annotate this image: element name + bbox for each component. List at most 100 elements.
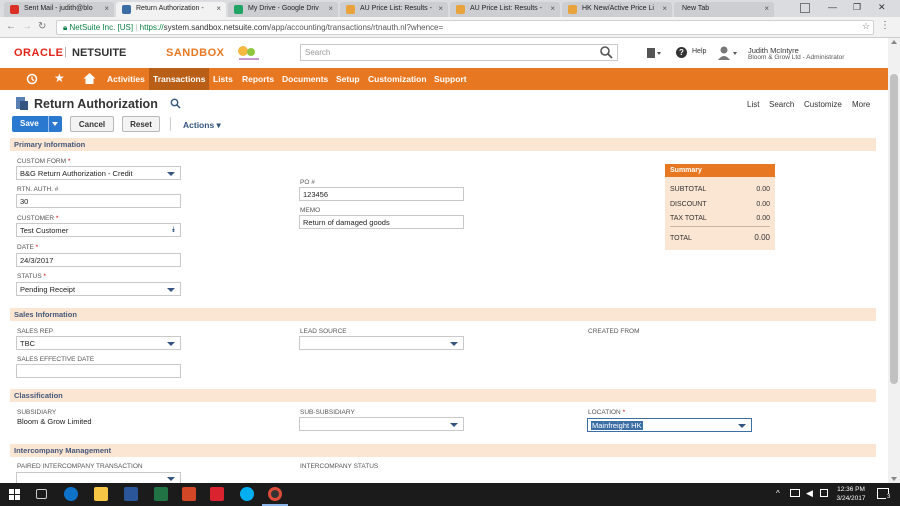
close-icon[interactable]: × (764, 4, 769, 13)
network-icon[interactable] (790, 489, 800, 497)
more-link[interactable]: More (852, 100, 870, 109)
clock-date[interactable]: 3/24/2017 (832, 495, 870, 502)
sales-effective-date-input[interactable] (16, 364, 181, 378)
help-link[interactable]: Help (692, 48, 706, 55)
reset-button[interactable]: Reset (122, 116, 160, 132)
custom-form-select[interactable]: B&G Return Authorization - Credit (16, 166, 181, 180)
custom-form-label: CUSTOM FORM * (17, 158, 71, 165)
close-icon[interactable]: × (662, 4, 667, 13)
section-classification[interactable]: Classification (10, 389, 876, 402)
section-sales-information[interactable]: Sales Information (10, 308, 876, 321)
word-icon[interactable] (124, 487, 138, 501)
location-select[interactable]: Mainfreight HK (587, 418, 752, 432)
file-explorer-icon[interactable] (94, 487, 108, 501)
po-input[interactable]: 123456 (299, 187, 464, 201)
global-search-input[interactable]: Search (300, 44, 618, 61)
list-link[interactable]: List (747, 100, 759, 109)
close-icon[interactable]: × (550, 4, 555, 13)
tray-chevron-icon[interactable]: ^ (776, 489, 780, 498)
chevron-down-icon (738, 424, 746, 428)
edge-icon[interactable] (64, 487, 78, 501)
cancel-button[interactable]: Cancel (70, 116, 114, 132)
search-link[interactable]: Search (769, 100, 794, 109)
save-button[interactable]: Save (20, 119, 39, 128)
clock-time[interactable]: 12:36 PM (832, 486, 870, 493)
task-view-icon[interactable] (36, 489, 47, 499)
save-options-chevron-icon[interactable] (52, 122, 58, 126)
paired-intercompany-select[interactable] (16, 472, 181, 483)
rtn-auth-input[interactable]: 30 (16, 194, 181, 208)
browser-tab-au-price-list-2[interactable]: AU Price List: Results - × (450, 2, 560, 17)
status-label: STATUS * (17, 273, 47, 280)
chevron-down-icon (167, 342, 175, 346)
scroll-down-icon[interactable] (891, 477, 897, 481)
browser-tab-gmail[interactable]: Sent Mail - judith@blo × (4, 2, 114, 17)
sales-rep-select[interactable]: TBC (16, 336, 181, 350)
site-label: NetSuite Inc. [US] (69, 23, 134, 32)
menu-support[interactable]: Support (434, 74, 467, 84)
url-field[interactable]: 🔒︎ NetSuite Inc. [US] | https://system.s… (56, 20, 874, 35)
browser-tab-au-price-list-1[interactable]: AU Price List: Results - × (340, 2, 448, 17)
chrome-icon[interactable] (268, 487, 282, 501)
browser-tab-new-tab[interactable]: New Tab × (674, 2, 774, 17)
help-icon[interactable]: ? (676, 47, 687, 58)
bookmark-star-icon[interactable]: ☆ (862, 21, 870, 32)
menu-setup[interactable]: Setup (336, 74, 360, 84)
section-primary-information[interactable]: Primary Information (10, 138, 876, 151)
minimize-icon[interactable]: — (828, 2, 837, 12)
menu-documents[interactable]: Documents (282, 74, 328, 84)
favorites-star-icon[interactable]: ★ (54, 71, 65, 85)
netsuite-header: ORACLE | NETSUITE SANDBOX Search ? Help … (0, 38, 888, 68)
windows-start-icon[interactable] (9, 489, 20, 502)
browser-menu-icon[interactable]: ⋮ (880, 20, 890, 31)
tab-label: Return Authorization - (136, 5, 204, 12)
skype-icon[interactable] (240, 487, 254, 501)
forward-icon[interactable]: → (22, 21, 32, 32)
volume-icon[interactable]: ◀︎ (806, 488, 813, 499)
window-close-icon[interactable]: ✕ (878, 2, 886, 13)
summary-row-value: 0.00 (756, 186, 770, 193)
date-input[interactable]: 24/3/2017 (16, 253, 181, 267)
close-icon[interactable]: × (328, 4, 333, 13)
keyboard-icon[interactable] (820, 489, 828, 497)
profile-icon[interactable] (800, 3, 810, 13)
page-search-icon[interactable] (170, 98, 181, 111)
page-scrollbar[interactable] (888, 38, 900, 483)
section-intercompany-management[interactable]: Intercompany Management (10, 444, 876, 457)
menu-transactions[interactable]: Transactions (149, 68, 210, 90)
browser-tab-return-authorization[interactable]: Return Authorization - × (116, 2, 226, 17)
menu-lists[interactable]: Lists (213, 74, 233, 84)
actions-menu[interactable]: Actions ▾ (183, 120, 221, 131)
menu-reports[interactable]: Reports (242, 74, 274, 84)
browser-tab-hk-price-list[interactable]: HK New/Active Price Li × (562, 2, 672, 17)
powerpoint-icon[interactable] (182, 487, 196, 501)
search-icon[interactable] (599, 45, 613, 61)
lead-source-select[interactable] (299, 336, 464, 350)
menu-customization[interactable]: Customization (368, 74, 427, 84)
actions-label: Actions (183, 120, 215, 130)
sales-rep-value: TBC (20, 339, 35, 348)
recent-icon[interactable] (26, 73, 38, 87)
close-icon[interactable]: × (104, 4, 109, 13)
customer-select[interactable]: Test Customer ⯯ (16, 223, 181, 237)
recent-records-icon[interactable] (646, 47, 662, 61)
scroll-up-icon[interactable] (891, 40, 897, 44)
sub-subsidiary-select[interactable] (299, 417, 464, 431)
browser-tab-google-drive[interactable]: My Drive - Google Driv × (228, 2, 338, 17)
maximize-icon[interactable]: ❐ (853, 2, 861, 13)
close-icon[interactable]: × (438, 4, 443, 13)
home-icon[interactable] (83, 72, 96, 87)
close-icon[interactable]: × (216, 4, 221, 13)
summary-row-value: 0.00 (756, 201, 770, 208)
status-select[interactable]: Pending Receipt (16, 282, 181, 296)
excel-icon[interactable] (154, 487, 168, 501)
back-icon[interactable]: ← (6, 21, 16, 32)
reload-icon[interactable]: ↻ (38, 21, 46, 32)
memo-input[interactable]: Return of damaged goods (299, 215, 464, 229)
user-avatar-icon[interactable] (718, 46, 738, 62)
menu-activities[interactable]: Activities (107, 74, 145, 84)
double-chevron-icon[interactable]: ⯯ (171, 225, 176, 235)
scrollbar-thumb[interactable] (890, 74, 898, 384)
customize-link[interactable]: Customize (804, 100, 842, 109)
acrobat-icon[interactable] (210, 487, 224, 501)
